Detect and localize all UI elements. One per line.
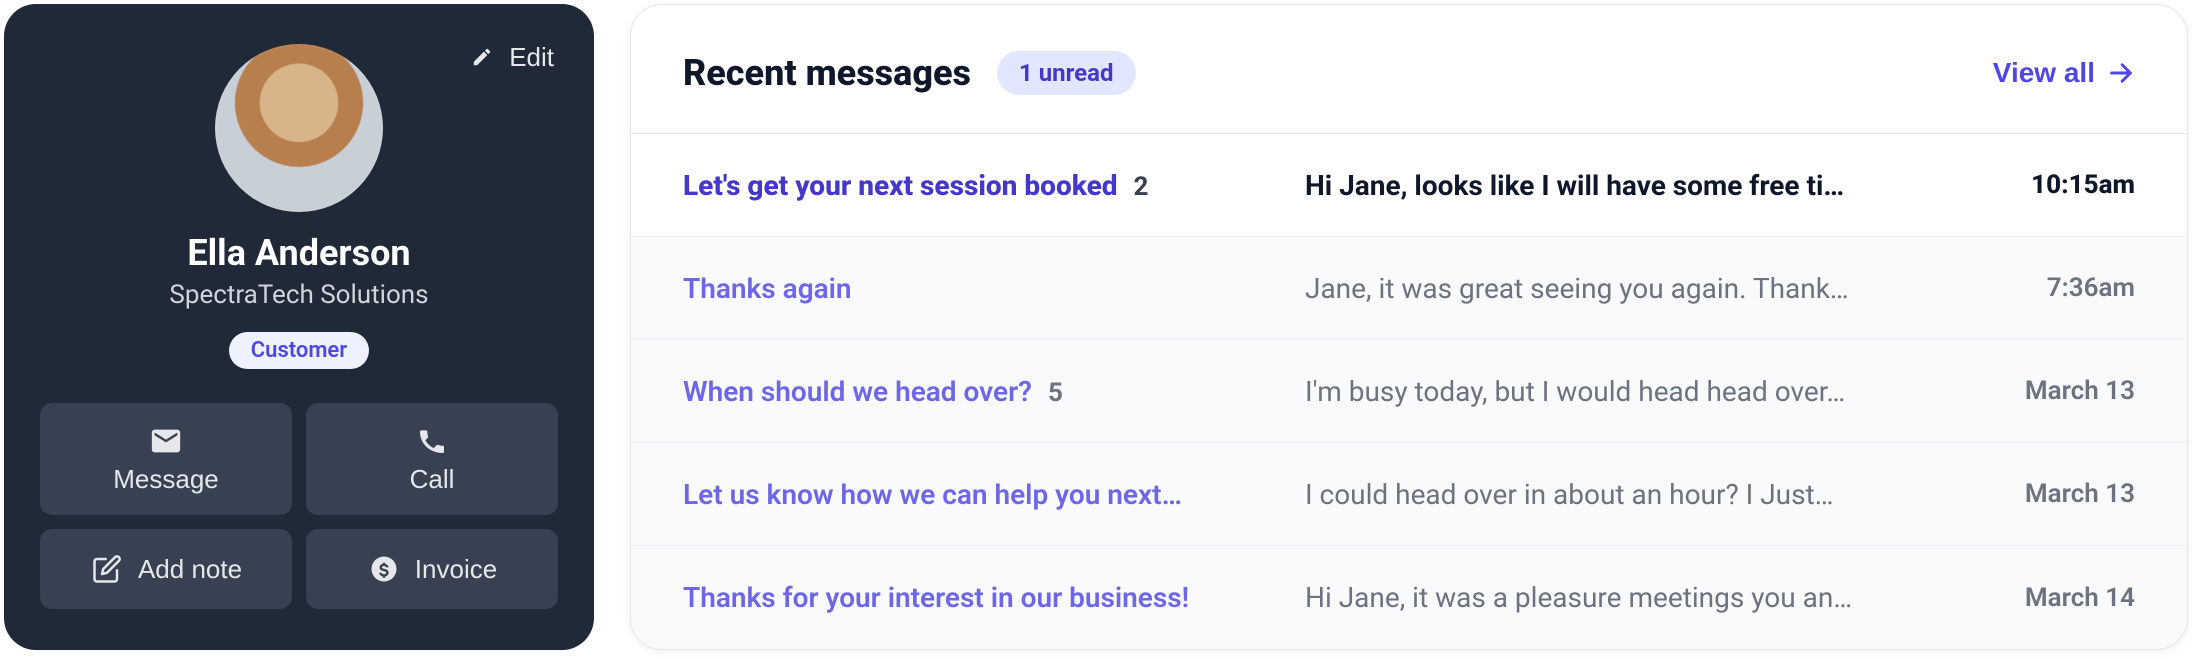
avatar bbox=[215, 44, 383, 212]
message-list: Let's get your next session booked 2 Hi Ja… bbox=[631, 133, 2187, 649]
messages-panel: Recent messages 1 unread View all Let's … bbox=[630, 4, 2188, 650]
profile-card: Edit Ella Anderson SpectraTech Solutions… bbox=[4, 4, 594, 650]
action-grid: Message Call Add note Invoice bbox=[40, 403, 558, 609]
message-label: Message bbox=[113, 464, 219, 495]
message-subject-wrap: Thanks for your interest in our business… bbox=[683, 581, 1273, 614]
note-edit-icon bbox=[90, 552, 124, 586]
message-preview: Hi Jane, looks like I will have some fre… bbox=[1305, 169, 1903, 202]
role-badge: Customer bbox=[229, 332, 369, 369]
message-time: 7:36am bbox=[1935, 273, 2135, 303]
message-row[interactable]: When should we head over? 5 I'm busy today… bbox=[631, 340, 2187, 443]
phone-icon bbox=[415, 424, 449, 458]
messages-header: Recent messages 1 unread View all bbox=[631, 5, 2187, 133]
message-subject: Let's get your next session booked bbox=[683, 169, 1118, 202]
edit-button[interactable]: Edit bbox=[465, 40, 554, 74]
dollar-circle-icon bbox=[367, 552, 401, 586]
message-row[interactable]: Thanks for your interest in our business… bbox=[631, 546, 2187, 649]
message-preview: I'm busy today, but I would head head ov… bbox=[1305, 375, 1903, 408]
message-subject-wrap: Let us know how we can help you next… bbox=[683, 478, 1273, 511]
messages-title: Recent messages bbox=[683, 52, 971, 94]
message-subject: Thanks again bbox=[683, 272, 852, 305]
unread-badge: 1 unread bbox=[997, 51, 1136, 95]
message-subject-wrap: When should we head over? 5 bbox=[683, 375, 1273, 408]
message-row[interactable]: Let's get your next session booked 2 Hi Ja… bbox=[631, 134, 2187, 237]
message-preview: I could head over in about an hour? I Ju… bbox=[1305, 478, 1903, 511]
message-subject-wrap: Let's get your next session booked 2 bbox=[683, 169, 1273, 202]
message-time: March 13 bbox=[1935, 479, 2135, 509]
message-subject-wrap: Thanks again bbox=[683, 272, 1273, 305]
message-row[interactable]: Let us know how we can help you next… I c… bbox=[631, 443, 2187, 546]
add-note-label: Add note bbox=[138, 554, 242, 585]
message-time: March 13 bbox=[1935, 376, 2135, 406]
edit-label: Edit bbox=[509, 42, 554, 73]
invoice-button[interactable]: Invoice bbox=[306, 529, 558, 609]
envelope-icon bbox=[149, 424, 183, 458]
call-label: Call bbox=[410, 464, 455, 495]
message-time: March 14 bbox=[1935, 583, 2135, 613]
add-note-button[interactable]: Add note bbox=[40, 529, 292, 609]
message-count: 2 bbox=[1134, 172, 1149, 202]
message-preview: Hi Jane, it was a pleasure meetings you … bbox=[1305, 581, 1903, 614]
profile-name: Ella Anderson bbox=[187, 232, 410, 274]
arrow-right-icon bbox=[2107, 59, 2135, 87]
message-time: 10:15am bbox=[1935, 170, 2135, 200]
view-all-label: View all bbox=[1993, 57, 2095, 89]
message-button[interactable]: Message bbox=[40, 403, 292, 515]
message-subject: Thanks for your interest in our business… bbox=[683, 581, 1189, 614]
pencil-icon bbox=[465, 40, 499, 74]
message-subject: When should we head over? bbox=[683, 375, 1032, 408]
call-button[interactable]: Call bbox=[306, 403, 558, 515]
message-subject: Let us know how we can help you next… bbox=[683, 478, 1182, 511]
profile-company: SpectraTech Solutions bbox=[169, 280, 428, 310]
invoice-label: Invoice bbox=[415, 554, 497, 585]
view-all-button[interactable]: View all bbox=[1993, 57, 2135, 89]
message-count: 5 bbox=[1048, 378, 1063, 408]
message-preview: Jane, it was great seeing you again. Tha… bbox=[1305, 272, 1903, 305]
message-row[interactable]: Thanks again Jane, it was great seeing yo… bbox=[631, 237, 2187, 340]
